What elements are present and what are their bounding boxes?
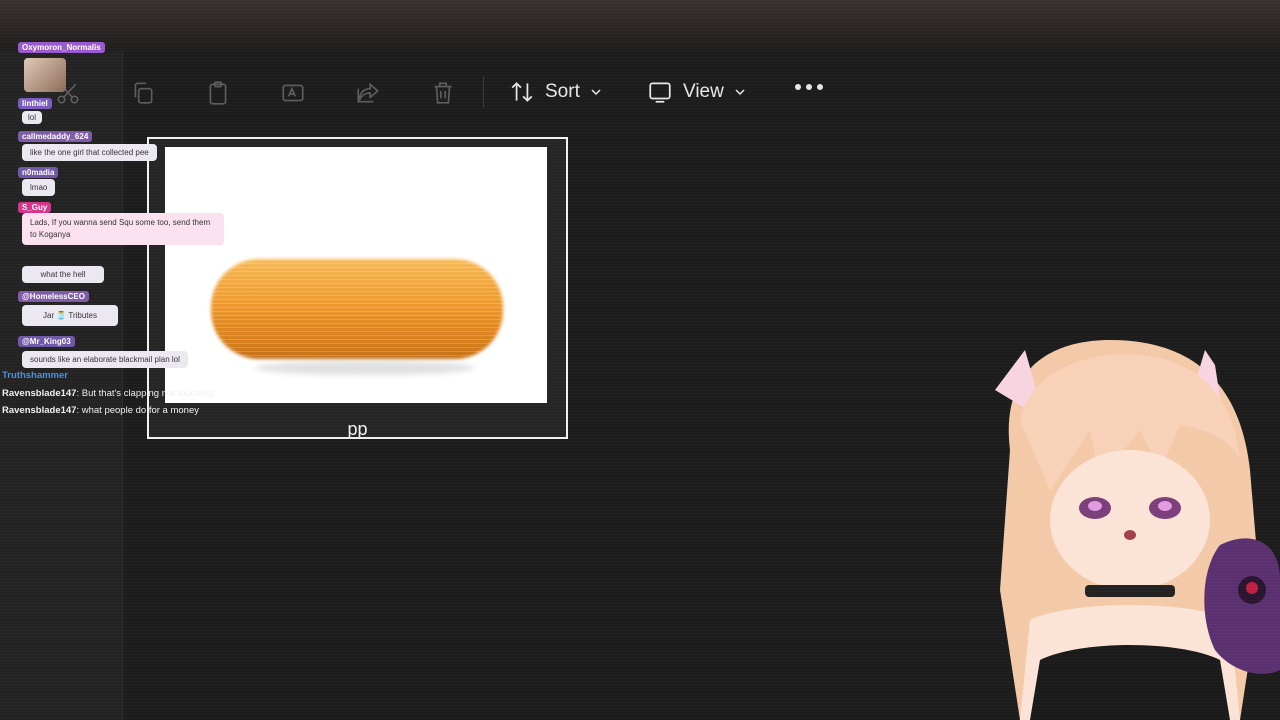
chat-message: what the hell	[22, 266, 104, 283]
toolbar-separator	[483, 76, 484, 108]
stream-chat: Oxymoron_Normalis linthiel lol callmedad…	[0, 40, 260, 430]
view-button[interactable]: View	[647, 76, 746, 108]
share-icon[interactable]	[355, 80, 381, 106]
chat-message: lmao	[22, 179, 56, 196]
chat-line: Ravensblade147: what people do for a mon…	[2, 405, 199, 416]
chat-username: S_Guy	[18, 202, 52, 213]
sort-label: Sort	[545, 81, 580, 102]
chat-username: Truthshammer	[2, 370, 68, 381]
rename-icon[interactable]	[280, 80, 306, 106]
thumbnail-shadow	[255, 361, 475, 375]
view-icon	[649, 82, 671, 103]
sort-icon	[511, 82, 533, 102]
chat-username: n0madia	[18, 167, 59, 178]
delete-icon[interactable]	[430, 80, 456, 106]
chat-message: like the one girl that collected pee	[22, 144, 157, 161]
chat-emote	[24, 58, 66, 92]
chat-username: @HomelessCEO	[18, 291, 89, 302]
vtuber-avatar	[995, 340, 1280, 720]
view-label: View	[683, 81, 724, 102]
chat-username: Oxymoron_Normalis	[18, 42, 105, 53]
sort-button[interactable]: Sort	[509, 76, 602, 108]
chat-message: what people do for a money	[81, 405, 199, 416]
chevron-down-icon	[591, 89, 601, 96]
chat-message: Lads, If you wanna send Squ some too, se…	[22, 213, 224, 245]
chat-username: callmedaddy_624	[18, 131, 93, 142]
chat-message: lol	[22, 111, 43, 124]
chat-message: But that's clapping not touching	[81, 388, 214, 399]
chat-message: Jar 🫙 Tributes	[22, 305, 118, 326]
chat-username: Ravensblade147	[2, 405, 77, 416]
chat-username: Ravensblade147	[2, 388, 77, 399]
chevron-down-icon	[735, 89, 745, 96]
chat-username: linthiel	[18, 98, 52, 109]
chat-message: sounds like an elaborate blackmail plan …	[22, 351, 188, 368]
chat-username: @Mr_King03	[18, 336, 75, 347]
more-options-icon[interactable]	[795, 84, 823, 90]
chat-line: Ravensblade147: But that's clapping not …	[2, 388, 214, 399]
